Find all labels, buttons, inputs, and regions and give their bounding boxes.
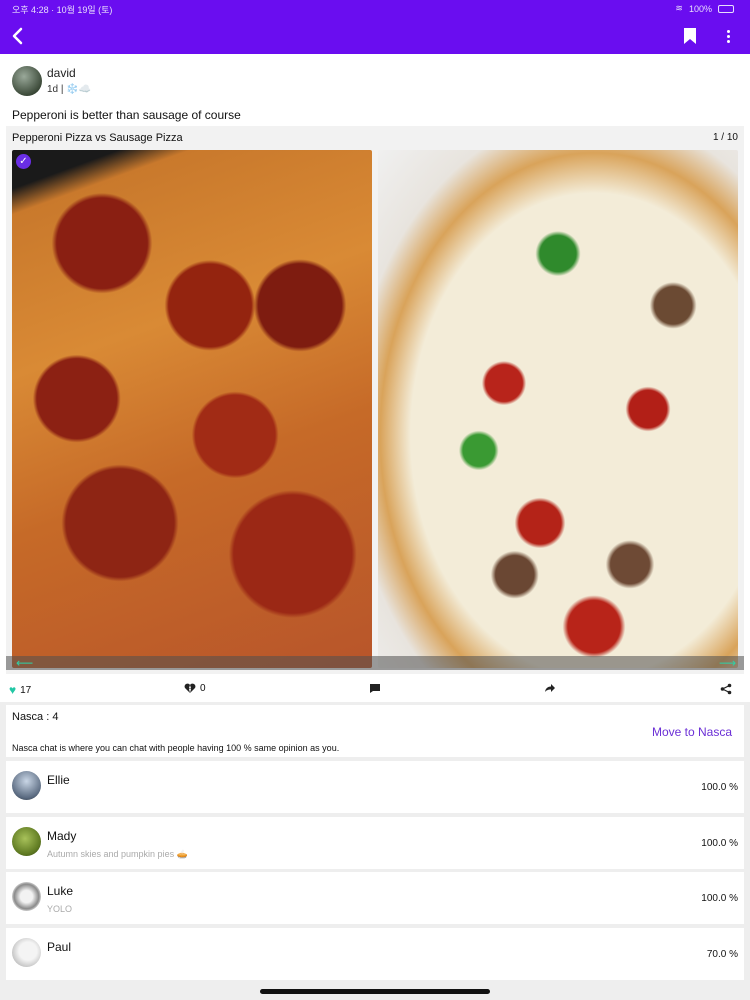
poll-nav-strip bbox=[6, 656, 744, 670]
poll-container: Pepperoni Pizza vs Sausage Pizza 1 / 10 bbox=[6, 126, 744, 674]
member-percent: 100.0 % bbox=[701, 893, 738, 904]
member-name: Paul bbox=[47, 940, 72, 954]
arrow-right-icon[interactable]: ⟶ bbox=[719, 656, 736, 670]
back-button[interactable] bbox=[8, 25, 26, 47]
member-percent: 70.0 % bbox=[706, 949, 738, 960]
member-status: Autumn skies and pumpkin pies 🥧 bbox=[47, 849, 188, 859]
move-to-nasca-link[interactable]: Move to Nasca bbox=[652, 725, 732, 739]
dislike-count: 0 bbox=[200, 683, 206, 694]
dislike-button[interactable]: 0 bbox=[184, 683, 206, 694]
member-name: Mady bbox=[47, 829, 77, 843]
more-vertical-icon bbox=[726, 29, 730, 33]
poll-page-indicator: 1 / 10 bbox=[712, 132, 738, 143]
nasca-description: Nasca chat is where you can chat with pe… bbox=[12, 743, 340, 753]
poll-option-pepperoni-image[interactable] bbox=[12, 150, 372, 668]
chevron-left-icon bbox=[12, 27, 23, 45]
action-bar: ♥ 17 0 bbox=[0, 680, 750, 700]
member-row[interactable]: Paul 70.0 % bbox=[6, 928, 744, 980]
avatar bbox=[12, 771, 41, 800]
share-button[interactable] bbox=[544, 683, 556, 693]
network-share-button[interactable] bbox=[720, 683, 732, 695]
post-text: Pepperoni is better than sausage of cour… bbox=[12, 108, 241, 122]
member-name: Luke bbox=[47, 884, 74, 898]
more-button[interactable] bbox=[721, 27, 735, 45]
more-dot bbox=[726, 34, 730, 38]
status-indicators: ≋ 100% bbox=[675, 3, 734, 14]
battery-icon bbox=[718, 4, 734, 13]
post-meta: 1d | ❄️☁️ bbox=[47, 84, 92, 95]
nasca-title: Nasca : 4 bbox=[12, 711, 59, 723]
member-percent: 100.0 % bbox=[701, 838, 738, 849]
poll-option-sausage-image[interactable] bbox=[378, 150, 738, 668]
arrow-left-icon[interactable]: ⟵ bbox=[16, 656, 33, 670]
poll-title: Pepperoni Pizza vs Sausage Pizza bbox=[12, 132, 183, 144]
bookmark-button[interactable] bbox=[682, 27, 700, 45]
avatar bbox=[12, 827, 41, 856]
nasca-section: Nasca : 4 Move to Nasca Nasca chat is wh… bbox=[6, 705, 744, 757]
battery-level: 100% bbox=[688, 3, 712, 14]
home-indicator[interactable] bbox=[260, 989, 490, 994]
share-arrow-icon bbox=[545, 684, 555, 692]
heart-icon: ♥ bbox=[9, 683, 17, 697]
bookmark-icon bbox=[684, 28, 696, 44]
member-row[interactable]: Ellie 100.0 % bbox=[6, 761, 744, 813]
comment-button[interactable] bbox=[369, 683, 381, 694]
like-count: 17 bbox=[20, 684, 32, 696]
member-name: Ellie bbox=[47, 773, 70, 787]
top-app-bar: 오후 4:28 · 10월 19일 (토) ≋ 100% bbox=[0, 0, 750, 54]
broken-heart-icon bbox=[184, 683, 196, 693]
selected-check-icon: ✓ bbox=[16, 154, 31, 169]
avatar bbox=[12, 882, 41, 911]
network-share-icon bbox=[720, 683, 732, 695]
member-status: YOLO bbox=[47, 904, 73, 914]
author-avatar[interactable] bbox=[12, 66, 42, 96]
member-row[interactable]: Luke YOLO 100.0 % bbox=[6, 872, 744, 924]
wifi-icon: ≋ bbox=[675, 3, 683, 13]
member-percent: 100.0 % bbox=[701, 782, 738, 793]
more-dot bbox=[726, 39, 730, 43]
member-row[interactable]: Mady Autumn skies and pumpkin pies 🥧 100… bbox=[6, 817, 744, 869]
comment-icon bbox=[370, 684, 380, 693]
status-time: 오후 4:28 · 10월 19일 (토) bbox=[12, 5, 113, 15]
author-name[interactable]: david bbox=[47, 66, 76, 80]
avatar bbox=[12, 938, 41, 967]
like-button[interactable]: ♥ 17 bbox=[9, 683, 31, 697]
